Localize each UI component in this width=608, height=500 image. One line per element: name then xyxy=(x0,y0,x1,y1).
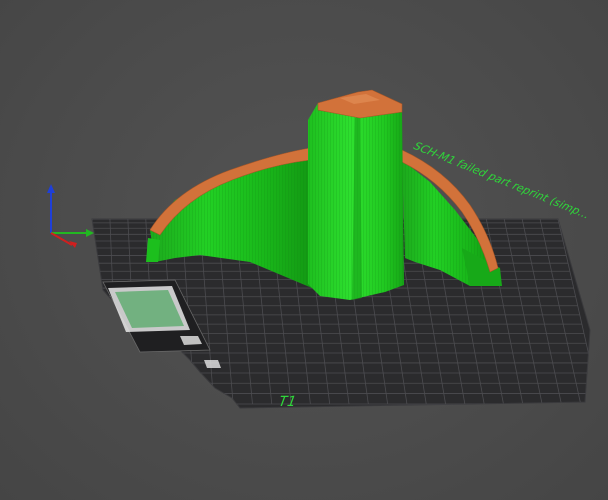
axis-gizmo-icon xyxy=(47,184,94,248)
scene-canvas[interactable]: SCH-M1 failed part reprint (simp... T1 xyxy=(0,0,608,500)
3d-viewport[interactable]: SCH-M1 failed part reprint (simp... T1 xyxy=(0,0,608,500)
